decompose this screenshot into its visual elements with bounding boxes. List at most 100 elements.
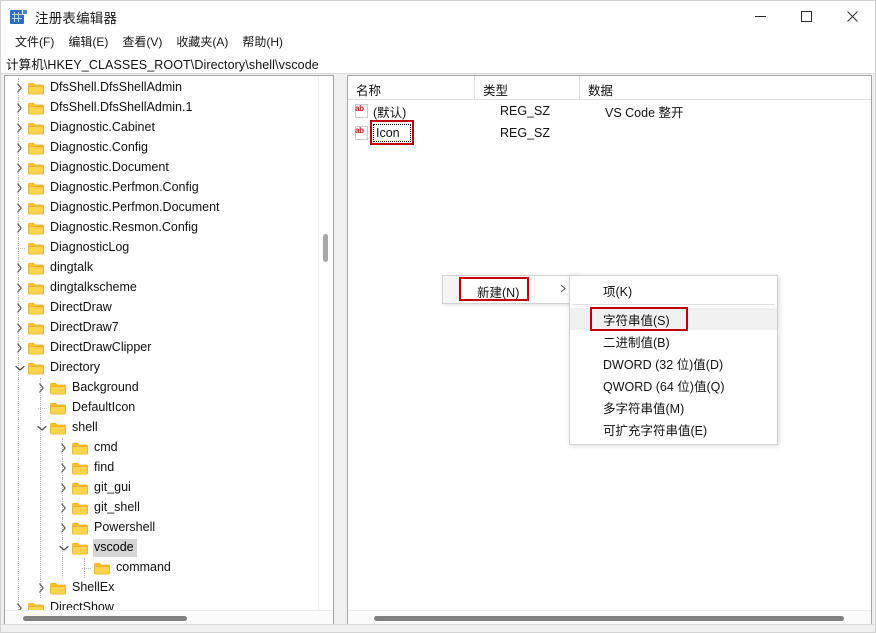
menu-file[interactable]: 文件(F) <box>8 33 61 52</box>
menu-favorites[interactable]: 收藏夹(A) <box>169 33 235 52</box>
tree-scroll-viewport: DfsShell.DfsShellAdmin DfsShell.DfsShellA… <box>5 76 318 610</box>
tree-item-directdraw7[interactable]: DirectDraw7 <box>5 318 318 338</box>
folder-icon <box>49 398 67 418</box>
chevron-down-icon[interactable] <box>56 538 71 558</box>
menu-help[interactable]: 帮助(H) <box>235 33 290 52</box>
tree-item-diagnostic-cabinet[interactable]: Diagnostic.Cabinet <box>5 118 318 138</box>
chevron-right-icon[interactable] <box>12 338 27 358</box>
column-header-type[interactable]: 类型 <box>475 76 580 100</box>
chevron-right-icon[interactable] <box>12 98 27 118</box>
submenu-item-3[interactable]: DWORD (32 位)值(D) <box>570 352 777 374</box>
folder-icon <box>27 278 45 298</box>
folder-icon <box>27 238 45 258</box>
values-horizontal-scrollbar[interactable] <box>348 610 871 624</box>
chevron-down-icon[interactable] <box>12 358 27 378</box>
tree-item-dfsshell-dfsshelladmin-1[interactable]: DfsShell.DfsShellAdmin.1 <box>5 98 318 118</box>
value-name-cell[interactable]: Icon <box>373 124 495 142</box>
tree-item-find[interactable]: find <box>5 458 318 478</box>
chevron-right-icon[interactable] <box>12 598 27 610</box>
tree-horizontal-scroll-thumb[interactable] <box>23 616 187 621</box>
values-horizontal-scroll-thumb[interactable] <box>374 616 844 621</box>
tree-item-git-shell[interactable]: git_shell <box>5 498 318 518</box>
tree-item-label: git_shell <box>94 500 140 514</box>
tree-item-directdrawclipper[interactable]: DirectDrawClipper <box>5 338 318 358</box>
tree-item-diagnosticlog[interactable]: DiagnosticLog <box>5 238 318 258</box>
chevron-right-icon[interactable] <box>12 298 27 318</box>
chevron-right-icon[interactable] <box>56 518 71 538</box>
tree-vertical-scrollbar[interactable] <box>318 76 333 610</box>
tree-item-vscode[interactable]: vscode <box>5 538 318 558</box>
tree-item-cmd[interactable]: cmd <box>5 438 318 458</box>
tree-item-directory[interactable]: Directory <box>5 358 318 378</box>
tree-guide-line <box>18 538 19 558</box>
string-value-icon: ab <box>355 104 369 118</box>
tree-guide-line <box>40 438 41 458</box>
tree-item-defaulticon[interactable]: DefaultIcon <box>5 398 318 418</box>
menu-edit[interactable]: 编辑(E) <box>61 33 115 52</box>
chevron-right-icon[interactable] <box>56 478 71 498</box>
folder-icon <box>93 558 111 578</box>
menu-view[interactable]: 查看(V) <box>115 33 169 52</box>
tree-item-diagnostic-perfmon-document[interactable]: Diagnostic.Perfmon.Document <box>5 198 318 218</box>
tree-item-label: Diagnostic.Cabinet <box>50 120 155 134</box>
chevron-right-icon[interactable] <box>12 318 27 338</box>
tree-item-diagnostic-document[interactable]: Diagnostic.Document <box>5 158 318 178</box>
tree-item-shellex[interactable]: ShellEx <box>5 578 318 598</box>
tree-item-command[interactable]: command <box>5 558 318 578</box>
tree-item-label: ShellEx <box>72 580 115 594</box>
value-row[interactable]: ab Icon REG_SZ <box>348 122 871 144</box>
chevron-right-icon[interactable] <box>12 278 27 298</box>
submenu-item-6[interactable]: 可扩充字符串值(E) <box>570 418 777 440</box>
column-header-name[interactable]: 名称 <box>348 76 475 100</box>
minimize-button[interactable] <box>737 1 783 32</box>
tree-item-powershell[interactable]: Powershell <box>5 518 318 538</box>
chevron-right-icon[interactable] <box>12 198 27 218</box>
tree-item-shell[interactable]: shell <box>5 418 318 438</box>
tree-item-directdraw[interactable]: DirectDraw <box>5 298 318 318</box>
chevron-right-icon[interactable] <box>12 78 27 98</box>
tree-item-label: Diagnostic.Resmon.Config <box>50 220 198 234</box>
chevron-right-icon[interactable] <box>56 458 71 478</box>
address-bar[interactable]: 计算机\HKEY_CLASSES_ROOT\Directory\shell\vs… <box>1 53 875 74</box>
tree-item-directshow[interactable]: DirectShow <box>5 598 318 610</box>
chevron-right-icon[interactable] <box>12 158 27 178</box>
context-menu-new[interactable]: 新建(N) <box>442 275 579 304</box>
submenu-item-2[interactable]: 二进制值(B) <box>570 330 777 352</box>
pane-splitter[interactable] <box>336 74 346 632</box>
chevron-right-icon[interactable] <box>34 578 49 598</box>
submenu-item-0[interactable]: 项(K) <box>570 279 777 301</box>
tree-item-git-gui[interactable]: git_gui <box>5 478 318 498</box>
chevron-right-icon[interactable] <box>12 258 27 278</box>
column-header-data[interactable]: 数据 <box>580 76 871 100</box>
chevron-right-icon[interactable] <box>12 178 27 198</box>
tree-item-background[interactable]: Background <box>5 378 318 398</box>
tree-item-dfsshell-dfsshelladmin[interactable]: DfsShell.DfsShellAdmin <box>5 78 318 98</box>
value-name-cell[interactable]: (默认) <box>373 102 495 121</box>
folder-icon <box>27 258 45 278</box>
tree-item-dingtalkscheme[interactable]: dingtalkscheme <box>5 278 318 298</box>
tree-vertical-scroll-thumb[interactable] <box>323 234 328 262</box>
chevron-right-icon[interactable] <box>12 118 27 138</box>
tree-item-diagnostic-resmon-config[interactable]: Diagnostic.Resmon.Config <box>5 218 318 238</box>
chevron-right-icon[interactable] <box>34 378 49 398</box>
value-row[interactable]: ab (默认) REG_SZ VS Code 整开 <box>348 100 871 122</box>
tree-item-diagnostic-perfmon-config[interactable]: Diagnostic.Perfmon.Config <box>5 178 318 198</box>
submenu-item-4[interactable]: QWORD (64 位)值(Q) <box>570 374 777 396</box>
chevron-right-icon[interactable] <box>56 438 71 458</box>
close-button[interactable] <box>829 1 875 32</box>
submenu-item-1[interactable]: 字符串值(S) <box>570 308 777 330</box>
tree-horizontal-scrollbar[interactable] <box>5 610 333 624</box>
tree-item-label: find <box>94 460 115 474</box>
tree-item-dingtalk[interactable]: dingtalk <box>5 258 318 278</box>
value-name-edit-input[interactable]: Icon <box>373 124 411 142</box>
tree-guide-line <box>18 578 19 598</box>
chevron-down-icon[interactable] <box>34 418 49 438</box>
maximize-button[interactable] <box>783 1 829 32</box>
tree-guide-line <box>18 478 19 498</box>
folder-icon <box>71 438 89 458</box>
tree-item-diagnostic-config[interactable]: Diagnostic.Config <box>5 138 318 158</box>
chevron-right-icon[interactable] <box>12 138 27 158</box>
chevron-right-icon[interactable] <box>56 498 71 518</box>
chevron-right-icon[interactable] <box>12 218 27 238</box>
submenu-item-5[interactable]: 多字符串值(M) <box>570 396 777 418</box>
